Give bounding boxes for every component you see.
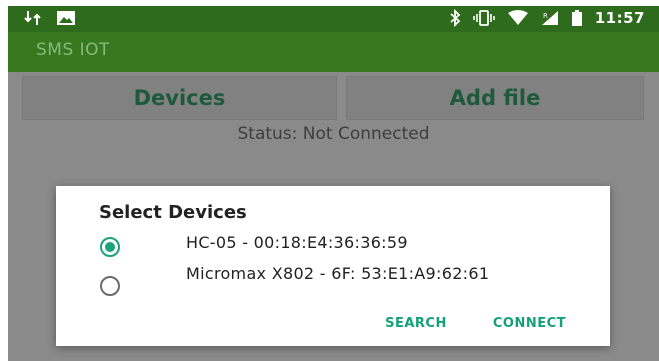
screen: R 11:57 SMS IOT Devices Add file Status:…: [0, 0, 659, 361]
select-devices-dialog: Select Devices HC-05 - 00:18:E4:36:36:59…: [56, 186, 610, 346]
image-icon: [56, 10, 76, 26]
device-option-label: HC-05 - 00:18:E4:36:36:59: [186, 233, 408, 252]
dialog-title: Select Devices: [99, 202, 247, 223]
battery-icon: [571, 9, 583, 27]
app-bar: SMS IOT: [8, 32, 659, 72]
svg-text:R: R: [543, 12, 548, 20]
data-transfer-icon: [24, 9, 42, 27]
dialog-actions: SEARCH CONNECT: [385, 316, 566, 331]
status-time: 11:57: [594, 9, 645, 27]
status-left: [24, 9, 76, 27]
status-right: R 11:57: [449, 9, 645, 27]
devices-button[interactable]: Devices: [22, 76, 337, 120]
app-title: SMS IOT: [36, 40, 110, 60]
connection-status: Status: Not Connected: [237, 124, 430, 144]
status-bar: R 11:57: [8, 6, 659, 32]
device-option-label: Micromax X802 - 6F: 53:E1:A9:62:61: [186, 264, 490, 283]
vibrate-icon: [472, 10, 495, 26]
radio-selected-icon[interactable]: [100, 237, 120, 257]
wifi-icon: [507, 10, 529, 26]
connect-button[interactable]: CONNECT: [493, 316, 566, 331]
bluetooth-icon: [449, 9, 461, 27]
device-option-micromax[interactable]: Micromax X802 - 6F: 53:E1:A9:62:61: [100, 266, 546, 296]
search-button[interactable]: SEARCH: [385, 316, 447, 331]
signal-icon: R: [541, 10, 559, 26]
add-file-button[interactable]: Add file: [346, 76, 644, 120]
device-option-hc05[interactable]: HC-05 - 00:18:E4:36:36:59: [100, 235, 546, 257]
radio-unselected-icon[interactable]: [100, 276, 120, 296]
